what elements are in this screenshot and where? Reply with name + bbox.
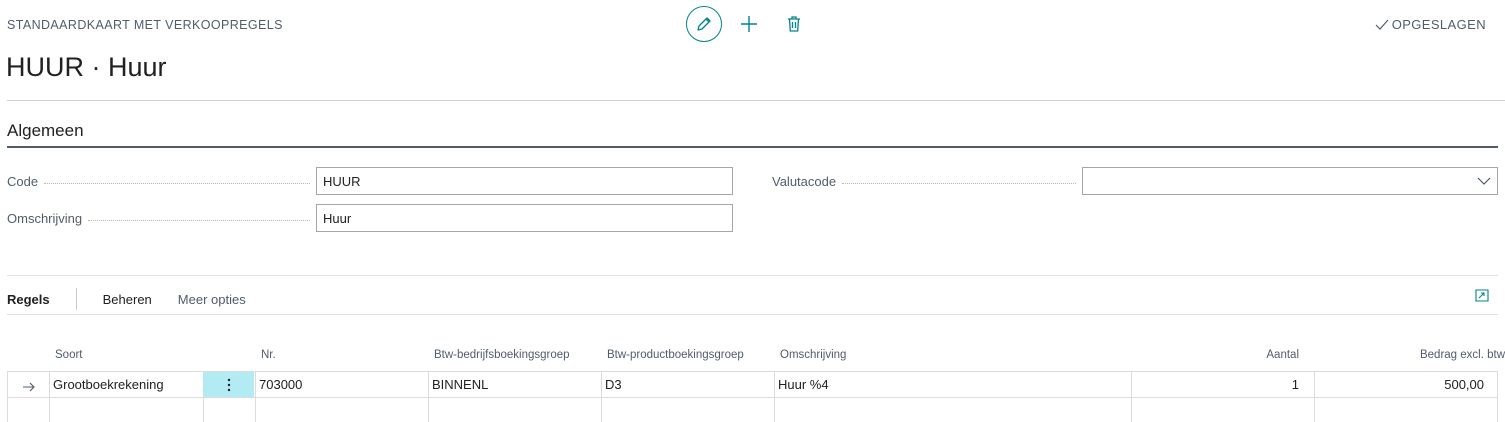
section-divider <box>7 146 1498 148</box>
column-header-nr[interactable]: Nr. <box>261 349 276 361</box>
cell-business-group[interactable]: BINNENL <box>432 377 488 392</box>
save-status-label: OPGESLAGEN <box>1391 17 1486 32</box>
description-field[interactable]: Huur <box>316 204 733 232</box>
action-bar <box>686 6 812 42</box>
page-title: HUUR · Huur <box>6 52 167 82</box>
edit-button[interactable] <box>686 6 722 42</box>
column-header-aantal[interactable]: Aantal <box>1266 349 1299 361</box>
cell-amount[interactable]: 500,00 <box>1444 377 1484 392</box>
tab-regels[interactable]: Regels <box>7 292 50 307</box>
currency-label: Valutacode <box>772 174 1082 189</box>
column-header-soort[interactable]: Soort <box>55 349 83 361</box>
page-caption: STANDAARDKAART MET VERKOOPREGELS <box>7 18 283 32</box>
cell-product-group[interactable]: D3 <box>605 377 622 392</box>
grid-line <box>7 397 1498 398</box>
column-header-amount[interactable]: Bedrag excl. btw <box>1420 349 1505 361</box>
lines-tabs-divider <box>7 314 1498 315</box>
pencil-icon <box>697 17 711 31</box>
cell-quantity[interactable]: 1 <box>1292 377 1299 392</box>
cell-description[interactable]: Huur %4 <box>778 377 829 392</box>
code-label: Code <box>7 174 316 189</box>
plus-icon <box>741 16 757 32</box>
expand-button[interactable] <box>1475 289 1489 307</box>
tab-beheren[interactable]: Beheren <box>103 292 152 307</box>
tab-meer-opties[interactable]: Meer opties <box>178 292 246 307</box>
currency-select[interactable] <box>1082 167 1498 195</box>
row-marker <box>22 379 36 397</box>
arrow-right-icon <box>23 382 35 392</box>
column-header-business-group[interactable]: Btw-bedrijfsboekingsgroep <box>434 349 570 361</box>
delete-button[interactable] <box>776 6 812 42</box>
row-menu-button[interactable] <box>203 372 254 397</box>
trash-icon <box>788 16 800 32</box>
column-header-omschrijving[interactable]: Omschrijving <box>780 349 846 361</box>
checkmark-icon <box>1375 19 1389 30</box>
description-label: Omschrijving <box>7 211 316 226</box>
header-divider <box>7 100 1505 101</box>
lines-top-divider <box>7 275 1498 276</box>
column-header-product-group[interactable]: Btw-productboekingsgroep <box>607 349 744 361</box>
lines-tabs: Regels Beheren Meer opties <box>7 288 272 310</box>
save-status: OPGESLAGEN <box>1375 17 1486 32</box>
chevron-down-icon <box>1477 177 1491 185</box>
new-button[interactable] <box>731 6 767 42</box>
cell-no[interactable]: 703000 <box>259 377 302 392</box>
code-field[interactable]: HUUR <box>316 167 733 195</box>
vertical-ellipsis-icon <box>227 378 230 391</box>
cell-type[interactable]: Grootboekrekening <box>53 377 164 392</box>
section-title-general[interactable]: Algemeen <box>7 121 84 141</box>
expand-icon <box>1475 289 1489 302</box>
